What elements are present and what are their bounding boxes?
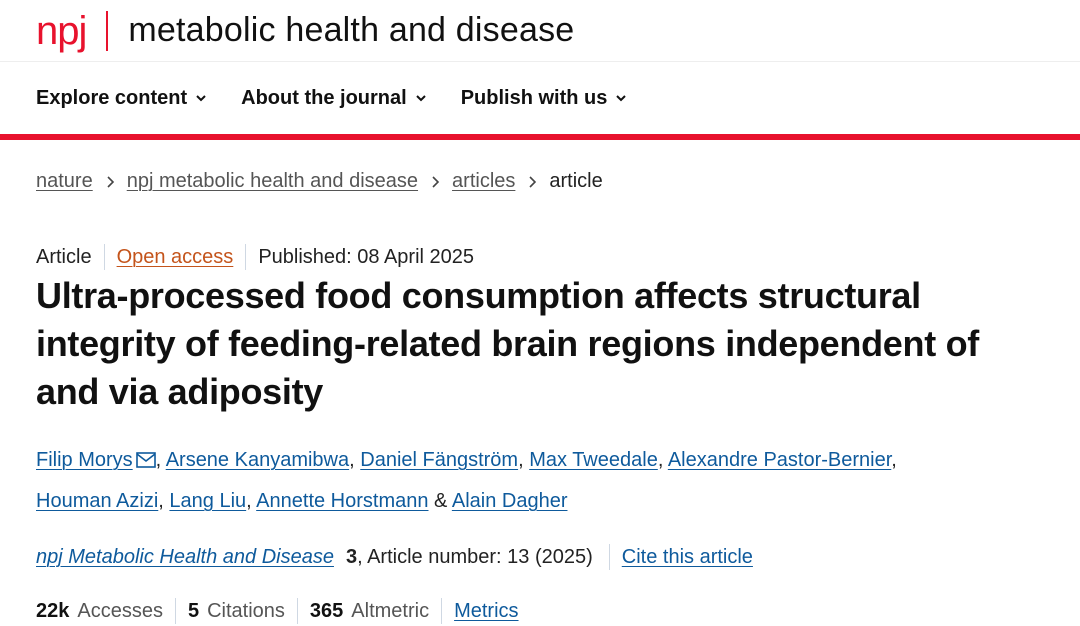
- citation-line: npj Metabolic Health and Disease 3 , Art…: [36, 544, 753, 570]
- logo-divider: [106, 10, 109, 51]
- author-link[interactable]: Max Tweedale: [529, 449, 658, 471]
- author-link[interactable]: Houman Azizi: [36, 490, 158, 512]
- nav-item-label: Explore content: [36, 86, 188, 109]
- journal-link[interactable]: npj Metabolic Health and Disease: [36, 546, 334, 569]
- nav-item-label: About the journal: [241, 86, 407, 109]
- chevron-right-icon: [107, 175, 114, 188]
- altmetric-label: Altmetric: [351, 599, 430, 622]
- author-link[interactable]: Arsene Kanyamibwa: [166, 449, 349, 471]
- site-header: npj metabolic health and disease: [0, 0, 1080, 62]
- meta-divider: [103, 244, 105, 270]
- volume-number: 3: [345, 545, 358, 568]
- author-link[interactable]: Lang Liu: [169, 490, 246, 512]
- article-meta: Article Open access Published: 08 April …: [36, 244, 474, 270]
- nav-publish-with-us[interactable]: Publish with us: [461, 87, 628, 110]
- chevron-down-icon: [415, 95, 426, 102]
- citation-divider: [608, 544, 610, 570]
- author-link[interactable]: Annette Horstmann: [256, 490, 428, 512]
- nav-about-journal[interactable]: About the journal: [241, 87, 427, 110]
- metrics-divider: [296, 598, 298, 624]
- author-list: Filip Morys, Arsene Kanyamibwa, Daniel F…: [36, 449, 897, 512]
- altmetric-score: 365: [309, 599, 344, 622]
- author-link[interactable]: Alexandre Pastor-Bernier: [668, 449, 891, 471]
- metrics-divider: [174, 598, 176, 624]
- main-nav: Explore content About the journal Publis…: [0, 62, 1080, 134]
- breadcrumb-articles[interactable]: articles: [452, 170, 515, 193]
- metrics-divider: [441, 598, 443, 624]
- citations-count: 5: [187, 599, 200, 622]
- meta-divider: [245, 244, 247, 270]
- chevron-right-icon: [529, 175, 537, 188]
- breadcrumb-nature[interactable]: nature: [36, 170, 93, 193]
- article-number: , Article number: 13 (2025): [357, 545, 593, 568]
- open-access-link[interactable]: Open access: [117, 246, 234, 269]
- author-link[interactable]: Daniel Fängström: [360, 449, 518, 471]
- journal-name[interactable]: metabolic health and disease: [128, 11, 574, 50]
- author-link[interactable]: Alain Dagher: [452, 490, 568, 512]
- cite-this-article-link[interactable]: Cite this article: [622, 546, 753, 569]
- article-type: Article: [36, 245, 92, 268]
- article-title: Ultra-processed food consumption affects…: [36, 275, 979, 412]
- nav-explore-content[interactable]: Explore content: [36, 87, 207, 110]
- author-link[interactable]: Filip Morys: [36, 449, 133, 471]
- breadcrumb-journal[interactable]: npj metabolic health and disease: [127, 170, 418, 193]
- breadcrumb: nature npj metabolic health and disease …: [36, 170, 603, 193]
- citations-label: Citations: [207, 599, 285, 622]
- breadcrumb-current: article: [549, 170, 603, 192]
- nav-accent-bar: [0, 134, 1080, 140]
- email-icon[interactable]: [135, 452, 156, 468]
- nav-item-label: Publish with us: [460, 86, 608, 109]
- accesses-count: 22k: [36, 599, 70, 622]
- chevron-down-icon: [616, 95, 627, 102]
- accesses-label: Accesses: [77, 599, 163, 622]
- npj-logo[interactable]: npj: [36, 11, 87, 51]
- published-date: Published: 08 April 2025: [258, 245, 475, 268]
- chevron-right-icon: [432, 175, 440, 188]
- article-metrics: 22k Accesses 5 Citations 365 Altmetric M…: [36, 598, 519, 624]
- metrics-link[interactable]: Metrics: [454, 600, 518, 623]
- chevron-down-icon: [196, 95, 206, 102]
